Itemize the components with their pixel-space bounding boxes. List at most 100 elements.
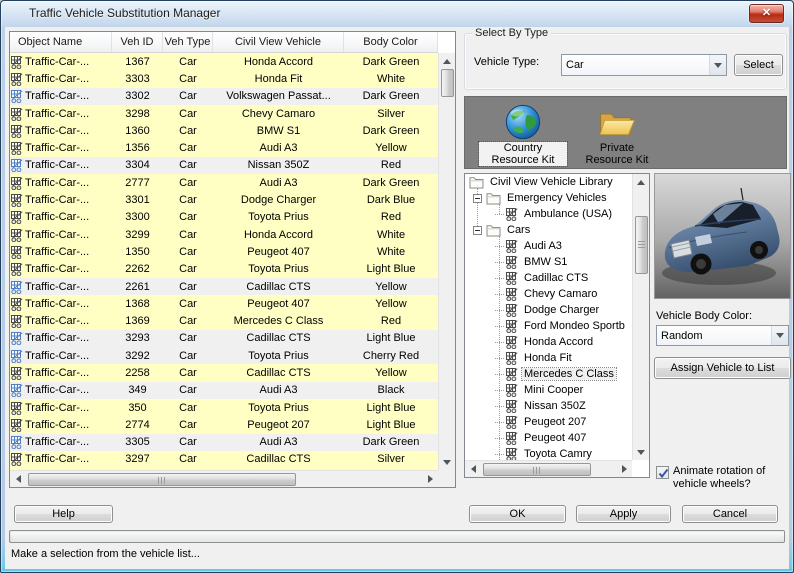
scroll-thumb[interactable]	[28, 472, 296, 486]
table-row[interactable]: Traffic-Car-... 349 Car Audi A3 Black	[10, 381, 438, 399]
cell-object-name: Traffic-Car-...	[10, 435, 112, 450]
table-row[interactable]: Traffic-Car-... 1368 Car Peugeot 407 Yel…	[10, 295, 438, 313]
column-header[interactable]: Veh Type	[163, 32, 213, 52]
cell-body-color: Dark Green	[362, 436, 420, 449]
scroll-right-button[interactable]	[616, 461, 632, 477]
scroll-left-button[interactable]	[465, 461, 481, 477]
table-row[interactable]: Traffic-Car-... 3304 Car Nissan 350Z Red	[10, 156, 438, 175]
vehicle-type-combobox[interactable]: Car	[561, 54, 727, 76]
cell-body-color: Light Blue	[366, 263, 416, 276]
animate-wheels-checkbox[interactable]	[656, 466, 669, 479]
tree-item[interactable]: Honda Accord	[465, 334, 632, 350]
combobox-dropdown-button[interactable]	[771, 326, 788, 345]
tree-item[interactable]: Peugeot 207	[465, 414, 632, 430]
close-button[interactable]: ✕	[749, 4, 784, 23]
tree-item[interactable]: Mercedes C Class	[465, 366, 632, 382]
table-row[interactable]: Traffic-Car-... 2261 Car Cadillac CTS Ye…	[10, 277, 438, 296]
table-row[interactable]: Traffic-Car-... 3301 Car Dodge Charger D…	[10, 191, 438, 209]
tree-item[interactable]: Toyota Camry	[465, 446, 632, 460]
table-row[interactable]: Traffic-Car-... 3300 Car Toyota Prius Re…	[10, 208, 438, 226]
table-row[interactable]: Traffic-Car-... 2777 Car Audi A3 Dark Gr…	[10, 174, 438, 192]
cell-veh-type: Car	[179, 332, 197, 345]
table-row[interactable]: Traffic-Car-... 2774 Car Peugeot 207 Lig…	[10, 416, 438, 434]
combobox-dropdown-button[interactable]	[709, 55, 726, 75]
vehicle-icon	[11, 211, 23, 225]
table-row[interactable]: Traffic-Car-... 3302 Car Volkswagen Pass…	[10, 87, 438, 105]
tree-item[interactable]: BMW S1	[465, 254, 632, 270]
table-vertical-scrollbar[interactable]	[438, 53, 455, 470]
cell-veh-type: Car	[179, 159, 197, 172]
scroll-up-button[interactable]	[439, 53, 455, 69]
resource-kit-item[interactable]: Private Resource Kit	[573, 101, 661, 168]
assign-vehicle-button[interactable]: Assign Vehicle to List	[654, 357, 791, 379]
tree-collapse-icon[interactable]	[473, 193, 482, 203]
table-horizontal-scrollbar[interactable]	[10, 470, 438, 487]
cell-object-name: Traffic-Car-...	[10, 141, 112, 156]
tree-item[interactable]: Nissan 350Z	[465, 398, 632, 414]
folder-icon	[486, 192, 501, 204]
scroll-right-button[interactable]	[422, 471, 438, 487]
table-row[interactable]: Traffic-Car-... 1367 Car Honda Accord Da…	[10, 53, 438, 71]
body-color-combobox[interactable]: Random	[656, 325, 789, 346]
scroll-down-button[interactable]	[633, 444, 649, 460]
tree-connector	[495, 309, 504, 311]
tree-vertical-scrollbar[interactable]	[632, 174, 649, 460]
titlebar[interactable]: Traffic Vehicle Substitution Manager ✕	[1, 1, 793, 27]
table-row[interactable]: Traffic-Car-... 1369 Car Mercedes C Clas…	[10, 312, 438, 330]
cell-civil-view-vehicle: Audi A3	[259, 142, 298, 155]
column-header[interactable]: Veh ID	[112, 32, 163, 52]
tree-item[interactable]: Cadillac CTS	[465, 270, 632, 286]
table-row[interactable]: Traffic-Car-... 3299 Car Honda Accord Wh…	[10, 225, 438, 244]
scroll-thumb[interactable]	[635, 216, 648, 274]
table-row[interactable]: Traffic-Car-... 3292 Car Toyota Prius Ch…	[10, 347, 438, 365]
apply-button[interactable]: Apply	[576, 505, 671, 523]
table-row[interactable]: Traffic-Car-... 1360 Car BMW S1 Dark Gre…	[10, 122, 438, 140]
tree-connector	[495, 389, 504, 391]
ok-button[interactable]: OK	[469, 505, 566, 523]
table-row[interactable]: Traffic-Car-... 3305 Car Audi A3 Dark Gr…	[10, 433, 438, 451]
column-header[interactable]: Object Name	[10, 32, 112, 52]
tree-item[interactable]: Chevy Camaro	[465, 286, 632, 302]
tree-item[interactable]: Mini Cooper	[465, 382, 632, 398]
table-row[interactable]: Traffic-Car-... 1350 Car Peugeot 407 Whi…	[10, 243, 438, 261]
cell-body-color: Dark Green	[362, 124, 420, 137]
table-row[interactable]: Traffic-Car-... 1356 Car Audi A3 Yellow	[10, 139, 438, 157]
tree-item[interactable]: Dodge Charger	[465, 302, 632, 318]
tree-item[interactable]: Peugeot 407	[465, 430, 632, 446]
cell-civil-view-vehicle: Peugeot 207	[247, 418, 310, 431]
animate-wheels-option[interactable]: Animate rotation of vehicle wheels?	[656, 465, 789, 491]
dialog-client-area: Object Name Veh ID Veh Type Civil View Vehi…	[5, 27, 791, 569]
scroll-thumb[interactable]	[441, 69, 454, 97]
resource-kit-item[interactable]: Country Resource Kit	[478, 101, 568, 168]
tree-collapse-icon[interactable]	[473, 225, 482, 235]
tree-item[interactable]: Audi A3	[465, 238, 632, 254]
arrow-right-icon	[621, 465, 627, 473]
tree-item[interactable]: Cars	[465, 222, 632, 238]
column-header[interactable]: Body Color	[344, 32, 438, 52]
tree-item[interactable]: Ford Mondeo Sportb	[465, 318, 632, 334]
tree-horizontal-scrollbar[interactable]	[465, 460, 632, 477]
table-row[interactable]: Traffic-Car-... 3293 Car Cadillac CTS Li…	[10, 329, 438, 348]
select-button[interactable]: Select	[734, 54, 783, 76]
tree-connector	[495, 357, 504, 359]
cell-veh-type: Car	[179, 72, 197, 85]
cell-veh-type: Car	[179, 176, 197, 189]
tree-item[interactable]: Ambulance (USA)	[465, 206, 632, 222]
tree-item[interactable]: Emergency Vehicles	[465, 190, 632, 206]
table-row[interactable]: Traffic-Car-... 2262 Car Toyota Prius Li…	[10, 260, 438, 278]
cancel-button[interactable]: Cancel	[682, 505, 778, 523]
scroll-down-button[interactable]	[439, 454, 455, 470]
table-row[interactable]: Traffic-Car-... 2258 Car Cadillac CTS Ye…	[10, 364, 438, 382]
help-button[interactable]: Help	[14, 505, 113, 523]
tree-item[interactable]: Honda Fit	[465, 350, 632, 366]
vehicle-body-color-label: Vehicle Body Color:	[656, 310, 752, 322]
scroll-left-button[interactable]	[10, 471, 26, 487]
tree-item[interactable]: Civil View Vehicle Library	[465, 174, 632, 190]
table-row[interactable]: Traffic-Car-... 3303 Car Honda Fit White	[10, 70, 438, 88]
table-row[interactable]: Traffic-Car-... 3297 Car Cadillac CTS Si…	[10, 450, 438, 469]
scroll-thumb[interactable]	[483, 462, 591, 476]
scroll-up-button[interactable]	[633, 174, 649, 190]
table-row[interactable]: Traffic-Car-... 3298 Car Chevy Camaro Si…	[10, 104, 438, 123]
column-header[interactable]: Civil View Vehicle	[213, 32, 344, 52]
table-row[interactable]: Traffic-Car-... 350 Car Toyota Prius Lig…	[10, 398, 438, 417]
